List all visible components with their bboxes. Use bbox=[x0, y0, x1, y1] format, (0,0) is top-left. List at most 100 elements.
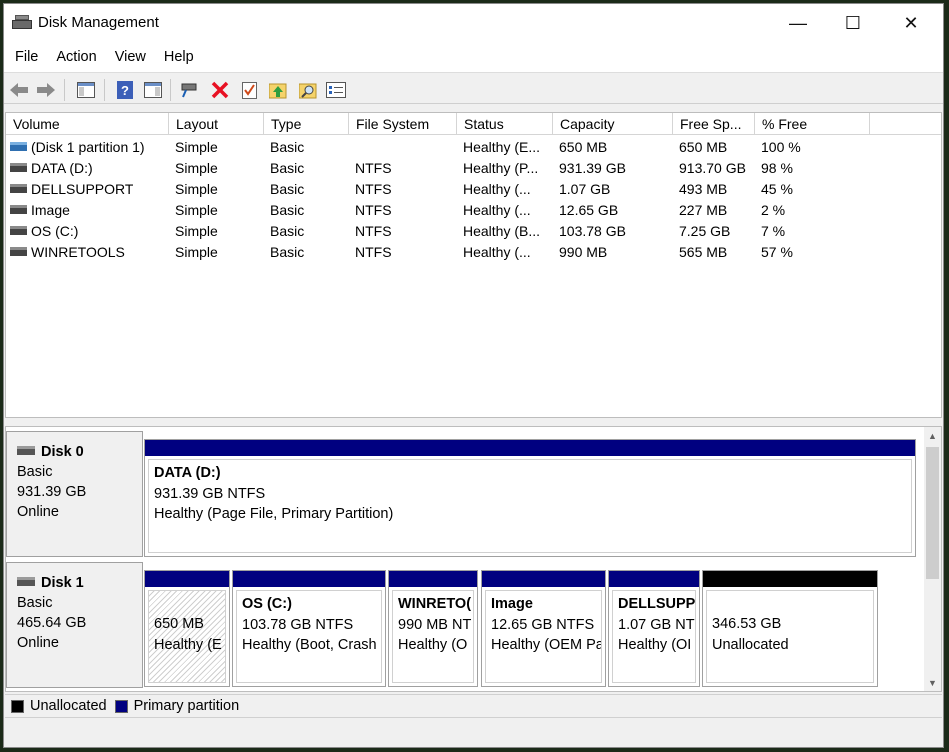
partition-dellsupport[interactable]: DELLSUPP( 1.07 GB NT Healthy (OI bbox=[608, 570, 700, 687]
disk-state: Online bbox=[17, 504, 59, 520]
column-header-capacity[interactable]: Capacity bbox=[553, 113, 673, 135]
cell-type: Basic bbox=[270, 244, 305, 260]
menu-file[interactable]: File bbox=[6, 49, 47, 65]
column-header-layout[interactable]: Layout bbox=[169, 113, 264, 135]
partition-unallocated[interactable]: 346.53 GB Unallocated bbox=[702, 570, 878, 687]
partition-details: 346.53 GB Unallocated bbox=[706, 590, 874, 683]
window-title: Disk Management bbox=[38, 14, 159, 31]
cell-free-space: 493 MB bbox=[679, 181, 728, 197]
show-hide-console-tree-icon[interactable] bbox=[76, 80, 96, 100]
disk-panel-scrollbar[interactable]: ▲ ▼ bbox=[924, 427, 941, 691]
cell-layout: Simple bbox=[175, 244, 218, 260]
cell-volume: WINRETOOLS bbox=[31, 244, 125, 260]
maximize-button[interactable]: ☐ bbox=[824, 4, 882, 42]
cell-percent-free: 57 % bbox=[761, 244, 793, 260]
close-button[interactable]: ✕ bbox=[882, 4, 940, 42]
refresh-folder-icon[interactable] bbox=[268, 80, 288, 100]
partition-size: 346.53 GB bbox=[712, 616, 782, 632]
unallocated-bar bbox=[703, 571, 877, 587]
disk-1-info[interactable]: Disk 1 Basic 465.64 GB Online bbox=[6, 562, 143, 688]
partition-winretools[interactable]: WINRETO( 990 MB NT Healthy (O bbox=[388, 570, 478, 687]
table-row[interactable]: (Disk 1 partition 1) Simple Basic Health… bbox=[6, 137, 941, 158]
scroll-up-arrow-icon[interactable]: ▲ bbox=[924, 427, 941, 444]
cell-layout: Simple bbox=[175, 202, 218, 218]
cell-file-system: NTFS bbox=[355, 244, 392, 260]
title-bar: Disk Management — ☐ ✕ bbox=[4, 4, 943, 42]
partition-efi[interactable]: 650 MB Healthy (E bbox=[144, 570, 230, 687]
partition-title: OS (C:) bbox=[242, 596, 292, 612]
cell-type: Basic bbox=[270, 181, 305, 197]
disk-size: 465.64 GB bbox=[17, 615, 87, 631]
partition-status: Healthy (OI bbox=[618, 637, 692, 653]
cell-volume: OS (C:) bbox=[31, 223, 79, 239]
back-arrow-icon[interactable] bbox=[9, 80, 29, 100]
column-header-file-system[interactable]: File System bbox=[349, 113, 457, 135]
menu-help[interactable]: Help bbox=[155, 49, 203, 65]
table-row[interactable]: OS (C:) Simple Basic NTFS Healthy (B... … bbox=[6, 221, 941, 242]
primary-partition-bar bbox=[482, 571, 605, 587]
cell-layout: Simple bbox=[175, 139, 218, 155]
cell-percent-free: 100 % bbox=[761, 139, 801, 155]
forward-arrow-icon[interactable] bbox=[36, 80, 56, 100]
disk-management-window: Disk Management — ☐ ✕ File Action View H… bbox=[3, 3, 944, 748]
volume-icon bbox=[10, 247, 27, 256]
cell-free-space: 650 MB bbox=[679, 139, 728, 155]
column-header-volume[interactable]: Volume bbox=[6, 113, 169, 135]
unallocated-swatch bbox=[11, 699, 24, 713]
connect-disk-icon[interactable] bbox=[180, 80, 200, 100]
table-row[interactable]: DATA (D:) Simple Basic NTFS Healthy (P..… bbox=[6, 158, 941, 179]
partition-size: 103.78 GB NTFS bbox=[242, 616, 354, 633]
disk-name: Disk 1 bbox=[41, 575, 84, 591]
pane-splitter[interactable] bbox=[4, 418, 943, 426]
column-header-percent-free[interactable]: % Free bbox=[755, 113, 870, 135]
volume-icon bbox=[10, 163, 27, 172]
partition-details: OS (C:) 103.78 GB NTFS Healthy (Boot, Cr… bbox=[236, 590, 382, 683]
table-row[interactable]: DELLSUPPORT Simple Basic NTFS Healthy (.… bbox=[6, 179, 941, 200]
properties-view-icon[interactable] bbox=[143, 80, 163, 100]
disk-0-info[interactable]: Disk 0 Basic 931.39 GB Online bbox=[6, 431, 143, 557]
partition-status: Unallocated bbox=[712, 636, 789, 653]
cell-file-system: NTFS bbox=[355, 223, 392, 239]
column-header-status[interactable]: Status bbox=[457, 113, 553, 135]
cell-percent-free: 98 % bbox=[761, 160, 793, 176]
cell-volume: DELLSUPPORT bbox=[31, 181, 134, 197]
table-row[interactable]: WINRETOOLS Simple Basic NTFS Healthy (..… bbox=[6, 242, 941, 263]
minimize-button[interactable]: — bbox=[769, 4, 827, 42]
partition-image[interactable]: Image 12.65 GB NTFS Healthy (OEM Pa bbox=[481, 570, 606, 687]
partition-data-d[interactable]: DATA (D:) 931.39 GB NTFS Healthy (Page F… bbox=[144, 439, 916, 557]
menu-action[interactable]: Action bbox=[47, 49, 105, 65]
cell-type: Basic bbox=[270, 202, 305, 218]
legend-primary-partition: Primary partition bbox=[133, 698, 240, 714]
cell-type: Basic bbox=[270, 139, 305, 155]
check-properties-icon[interactable] bbox=[240, 80, 260, 100]
column-header-free-space[interactable]: Free Sp... bbox=[673, 113, 755, 135]
scrollbar-thumb[interactable] bbox=[926, 447, 939, 579]
legend-bar: Unallocated Primary partition bbox=[5, 694, 942, 718]
column-header-type[interactable]: Type bbox=[264, 113, 349, 135]
search-folder-icon[interactable] bbox=[298, 80, 318, 100]
cell-layout: Simple bbox=[175, 223, 218, 239]
volume-icon bbox=[10, 205, 27, 214]
table-row[interactable]: Image Simple Basic NTFS Healthy (... 12.… bbox=[6, 200, 941, 221]
menu-view[interactable]: View bbox=[106, 49, 155, 65]
cell-capacity: 990 MB bbox=[559, 244, 608, 260]
volume-icon bbox=[10, 184, 27, 193]
disk-size: 931.39 GB bbox=[17, 484, 87, 500]
volume-icon bbox=[10, 226, 27, 235]
toolbar: ? bbox=[4, 72, 943, 104]
partition-details: DATA (D:) 931.39 GB NTFS Healthy (Page F… bbox=[148, 459, 912, 553]
scroll-down-arrow-icon[interactable]: ▼ bbox=[924, 674, 941, 691]
partition-title: DATA (D:) bbox=[154, 465, 221, 481]
help-icon[interactable]: ? bbox=[115, 80, 135, 100]
cell-status: Healthy (E... bbox=[463, 139, 541, 155]
partition-status: Healthy (E bbox=[154, 636, 222, 653]
partition-os-c[interactable]: OS (C:) 103.78 GB NTFS Healthy (Boot, Cr… bbox=[232, 570, 386, 687]
cell-free-space: 913.70 GB bbox=[679, 160, 746, 176]
partition-details: 650 MB Healthy (E bbox=[148, 590, 226, 683]
cell-file-system: NTFS bbox=[355, 160, 392, 176]
cell-percent-free: 2 % bbox=[761, 202, 786, 218]
delete-icon[interactable] bbox=[210, 80, 230, 100]
disk-drive-icon bbox=[17, 446, 35, 455]
volume-icon bbox=[10, 142, 27, 151]
settings-list-icon[interactable] bbox=[326, 80, 346, 100]
